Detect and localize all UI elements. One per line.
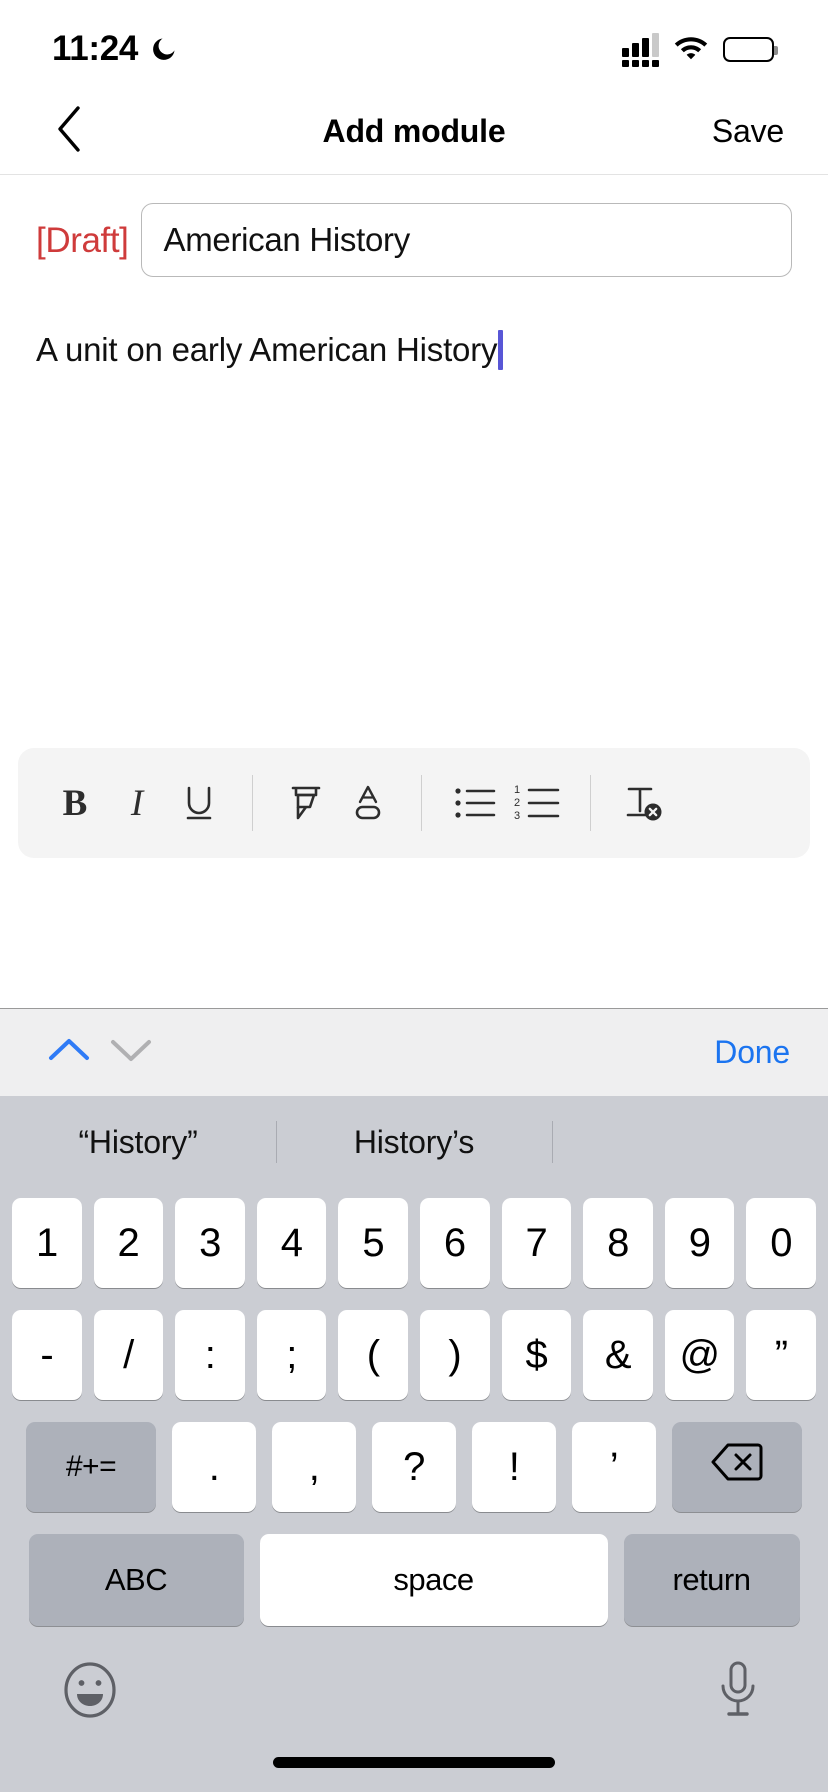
emoji-key[interactable] bbox=[58, 1660, 122, 1724]
key-4[interactable]: 4 bbox=[256, 1198, 327, 1288]
emoji-smiley-icon bbox=[62, 1661, 118, 1724]
keyboard-row-punctuation: #+= . , ? ! ’ bbox=[6, 1422, 822, 1512]
key-8[interactable]: 8 bbox=[583, 1198, 653, 1288]
key-semicolon[interactable]: ; bbox=[256, 1310, 327, 1400]
chevron-left-icon bbox=[56, 105, 82, 157]
key-9[interactable]: 9 bbox=[664, 1198, 735, 1288]
keyboard-row-bottom: ABC space return bbox=[6, 1534, 822, 1626]
battery-icon bbox=[723, 36, 778, 62]
key-hyphen[interactable]: - bbox=[12, 1310, 82, 1400]
abc-toggle-key[interactable]: ABC bbox=[28, 1534, 244, 1626]
italic-button[interactable]: I bbox=[106, 772, 168, 834]
microphone-icon bbox=[716, 1660, 760, 1725]
draft-status-badge: [Draft] bbox=[36, 220, 129, 260]
clear-formatting-button[interactable] bbox=[613, 772, 675, 834]
format-toolbar-wrapper: B I 1 2 3 bbox=[0, 748, 828, 858]
highlighter-button[interactable] bbox=[275, 772, 337, 834]
page-title: Add module bbox=[322, 112, 506, 149]
key-0[interactable]: 0 bbox=[746, 1198, 816, 1288]
format-toolbar: B I 1 2 3 bbox=[18, 748, 810, 858]
module-title-row: [Draft] American History bbox=[0, 175, 828, 277]
underline-button[interactable] bbox=[168, 772, 230, 834]
key-at[interactable]: @ bbox=[664, 1310, 735, 1400]
bold-button[interactable]: B bbox=[44, 772, 106, 834]
predictive-suggestion-bar: “History” History’s bbox=[0, 1096, 828, 1188]
dictation-key[interactable] bbox=[706, 1660, 770, 1724]
editor-bottom-spacer bbox=[0, 858, 828, 1008]
module-editor: [Draft] American History A unit on early… bbox=[0, 175, 828, 1008]
suggestion-item-2[interactable]: History’s bbox=[276, 1124, 552, 1161]
backspace-key[interactable] bbox=[672, 1422, 802, 1512]
key-paren-close[interactable]: ) bbox=[420, 1310, 490, 1400]
key-question[interactable]: ? bbox=[372, 1422, 456, 1512]
save-button[interactable]: Save bbox=[712, 113, 788, 150]
status-bar-clock: 11:24 bbox=[52, 29, 139, 68]
suggestion-item-1[interactable]: “History” bbox=[0, 1124, 276, 1161]
backspace-icon bbox=[711, 1442, 763, 1492]
status-bar-left: 11:24 bbox=[52, 29, 178, 69]
toolbar-divider-1 bbox=[252, 775, 253, 831]
status-bar-right bbox=[622, 31, 778, 67]
return-key[interactable]: return bbox=[623, 1534, 800, 1626]
cellular-signal-icon bbox=[622, 31, 659, 67]
key-slash[interactable]: / bbox=[93, 1310, 164, 1400]
chevron-up-icon bbox=[47, 1036, 91, 1069]
key-dollar[interactable]: $ bbox=[501, 1310, 572, 1400]
toolbar-divider-2 bbox=[421, 775, 422, 831]
svg-text:1: 1 bbox=[514, 785, 520, 796]
key-1[interactable]: 1 bbox=[12, 1198, 82, 1288]
bulleted-list-button[interactable] bbox=[444, 772, 506, 834]
wifi-icon bbox=[673, 34, 709, 65]
numbered-list-button[interactable]: 1 2 3 bbox=[506, 772, 568, 834]
key-colon[interactable]: : bbox=[175, 1310, 245, 1400]
key-6[interactable]: 6 bbox=[420, 1198, 490, 1288]
key-apostrophe[interactable]: ’ bbox=[572, 1422, 656, 1512]
text-color-button[interactable] bbox=[337, 772, 399, 834]
description-line: A unit on early American History bbox=[36, 329, 792, 370]
key-7[interactable]: 7 bbox=[501, 1198, 572, 1288]
key-paren-open[interactable]: ( bbox=[338, 1310, 408, 1400]
keyboard-done-button[interactable]: Done bbox=[714, 1034, 790, 1071]
module-description-value: A unit on early American History bbox=[36, 331, 498, 368]
previous-field-button[interactable] bbox=[38, 1022, 100, 1084]
chevron-down-icon bbox=[109, 1036, 153, 1069]
key-exclamation[interactable]: ! bbox=[472, 1422, 556, 1512]
symbols-toggle-key[interactable]: #+= bbox=[26, 1422, 156, 1512]
space-key[interactable]: space bbox=[259, 1534, 608, 1626]
key-comma[interactable]: , bbox=[272, 1422, 356, 1512]
key-quote[interactable]: ” bbox=[746, 1310, 816, 1400]
key-5[interactable]: 5 bbox=[338, 1198, 408, 1288]
key-3[interactable]: 3 bbox=[175, 1198, 245, 1288]
key-2[interactable]: 2 bbox=[93, 1198, 164, 1288]
module-description-input[interactable]: A unit on early American History bbox=[0, 277, 828, 370]
toolbar-divider-3 bbox=[590, 775, 591, 831]
module-title-input[interactable]: American History bbox=[140, 203, 792, 277]
key-ampersand[interactable]: & bbox=[583, 1310, 653, 1400]
moon-icon bbox=[150, 35, 178, 63]
next-field-button[interactable] bbox=[100, 1022, 162, 1084]
navigation-bar: Add module Save bbox=[0, 88, 828, 174]
svg-text:3: 3 bbox=[514, 810, 520, 821]
back-button[interactable] bbox=[40, 102, 98, 160]
phone-screen: 11:24 Add module Save [Draft] American H… bbox=[0, 0, 828, 1792]
key-period[interactable]: . bbox=[172, 1422, 256, 1512]
home-indicator bbox=[273, 1757, 555, 1768]
onscreen-keyboard: 1 2 3 4 5 6 7 8 9 0 - / : ; ( ) $ & @ ” … bbox=[0, 1188, 828, 1642]
keyboard-bottom-bar bbox=[0, 1642, 828, 1792]
svg-text:2: 2 bbox=[514, 797, 520, 809]
module-title-value: American History bbox=[163, 221, 411, 258]
text-caret bbox=[498, 329, 504, 370]
keyboard-row-symbols: - / : ; ( ) $ & @ ” bbox=[6, 1310, 822, 1400]
keyboard-row-numbers: 1 2 3 4 5 6 7 8 9 0 bbox=[6, 1198, 822, 1288]
status-bar: 11:24 bbox=[0, 0, 828, 88]
keyboard-accessory-bar: Done bbox=[0, 1008, 828, 1096]
